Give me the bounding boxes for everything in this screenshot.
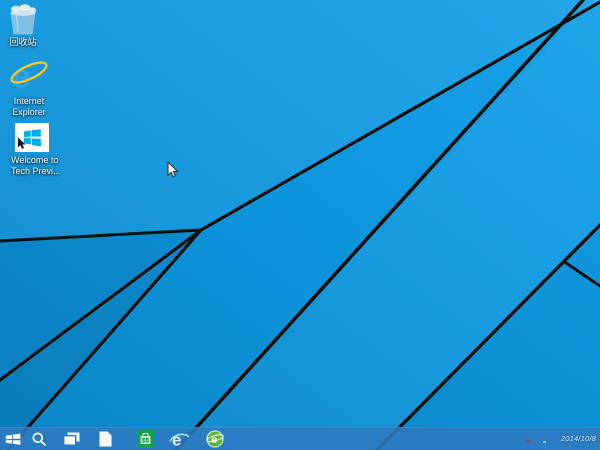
document-button[interactable] <box>96 427 114 450</box>
internet-explorer-label-line2: Explorer <box>12 107 46 117</box>
recycle-bin-label: 回收站 <box>9 37 37 47</box>
welcome-tile-icon <box>15 123 49 152</box>
internet-explorer-icon: e <box>10 58 48 94</box>
wallpaper <box>0 0 600 450</box>
internet-explorer-taskbar-button[interactable]: e <box>168 427 191 450</box>
system-tray: 2014/10/8 <box>561 427 596 450</box>
search-button[interactable] <box>29 427 49 450</box>
desktop-screen: 回收站 e Internet Explorer Welcome to Tech … <box>0 0 600 450</box>
recycle-bin-icon <box>10 4 36 35</box>
task-view-icon <box>62 432 79 446</box>
start-button[interactable] <box>2 427 24 450</box>
start-icon <box>5 433 21 445</box>
task-view-button[interactable] <box>61 427 81 450</box>
mouse-cursor <box>167 161 179 178</box>
svg-text:e: e <box>12 58 31 94</box>
tray-indicator-icon[interactable] <box>543 441 546 443</box>
welcome-label-line2: Tech Previ... <box>11 166 61 176</box>
browser-360-button[interactable]: e <box>204 427 226 450</box>
search-icon <box>32 432 46 446</box>
internet-explorer-taskbar-icon: e <box>169 430 190 448</box>
svg-text:e: e <box>172 430 181 448</box>
desktop-icon-welcome-tech-preview[interactable]: Welcome to Tech Previ... <box>11 122 61 177</box>
desktop-icon-recycle-bin[interactable]: 回收站 <box>2 3 44 48</box>
internet-explorer-label-line1: Internet <box>13 96 45 106</box>
document-icon <box>99 431 111 446</box>
360-browser-icon: e <box>206 430 224 447</box>
tray-indicator-icon[interactable] <box>526 440 531 442</box>
windows-store-icon <box>136 430 154 447</box>
desktop-icon-internet-explorer[interactable]: e Internet Explorer <box>8 57 50 118</box>
taskbar-clock[interactable]: 2014/10/8 <box>561 434 596 443</box>
welcome-label-line1: Welcome to <box>11 155 59 165</box>
windows-store-button[interactable] <box>135 427 155 450</box>
taskbar: e e 2014/10/8 <box>0 427 600 450</box>
